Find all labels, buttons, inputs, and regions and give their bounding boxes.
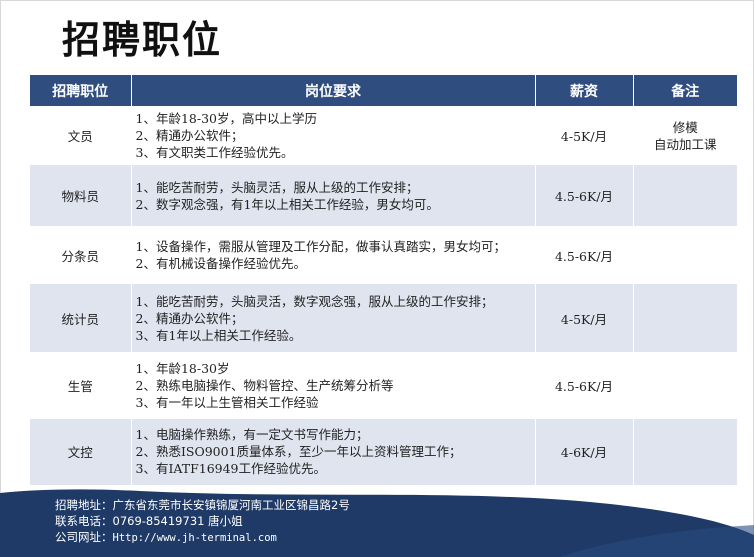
footer-address: 招聘地址：广东省东莞市长安镇锦厦河南工业区锦昌路2号 [55,498,350,512]
cell-requirements: 1、年龄18-30岁，高中以上学历 2、精通办公软件； 3、有文职类工作经验优先… [131,106,536,165]
requirement-line: 2、熟练电脑操作、物料管控、生产统筹分析等 [135,378,394,393]
cell-note [633,164,737,227]
requirement-line: 1、电脑操作熟练，有一定文书写作能力； [135,427,369,443]
requirement-line: 3、有1年以上相关工作经验。 [135,327,302,343]
requirement-line: 1、年龄18-30岁 [135,361,230,376]
cell-position: 文控 [30,418,132,485]
cell-salary: 4-5K/月 [535,283,634,353]
table-header-row: 招聘职位 岗位要求 薪资 备注 [30,75,737,107]
cell-position: 物料员 [30,164,132,227]
page-title: 招聘职位 [62,18,223,62]
table-row: 统计员 1、能吃苦耐劳，头脑灵活，数字观念强，服从上级的工作安排； 2、精通办公… [30,283,737,353]
header-salary: 薪资 [535,75,634,107]
footer-contact: 招聘地址：广东省东莞市长安镇锦厦河南工业区锦昌路2号 联系电话：0769-854… [55,497,350,546]
cell-requirements: 1、电脑操作熟练，有一定文书写作能力； 2、熟悉ISO9001质量体系，至少一年… [131,418,536,485]
cell-note [633,418,737,485]
footer-website-label: 公司网址： [55,530,113,544]
cell-requirements: 1、年龄18-30岁 2、熟练电脑操作、物料管控、生产统筹分析等 3、有一年以上… [131,352,536,419]
requirement-line: 1、能吃苦耐劳，头脑灵活，数字观念强，服从上级的工作安排； [135,293,494,309]
cell-requirements: 1、能吃苦耐劳，头脑灵活，服从上级的工作安排； 2、数字观念强，有1年以上相关工… [131,164,536,227]
cell-salary: 4.5-6K/月 [535,352,634,419]
cell-note: 修模 自动加工课 [633,106,737,165]
cell-position: 生管 [30,352,132,419]
cell-salary: 4.5-6K/月 [535,226,634,284]
cell-position: 文员 [30,106,132,165]
requirement-line: 3、有IATF16949工作经验优先。 [135,461,327,477]
cell-position: 统计员 [30,283,132,353]
requirement-line: 1、年龄18-30岁，高中以上学历 [135,111,318,126]
footer-phone: 联系电话：0769-85419731 唐小姐 [55,514,243,528]
cell-salary: 4.5-6K/月 [535,164,634,227]
requirement-line: 2、熟悉ISO9001质量体系，至少一年以上资料管理工作； [135,444,462,460]
cell-salary: 4-5K/月 [535,106,634,165]
cell-note [633,226,737,284]
cell-requirements: 1、设备操作，需服从管理及工作分配，做事认真踏实，男女均可； 2、有机械设备操作… [131,226,536,284]
cell-salary: 4-6K/月 [535,418,634,485]
jobs-table: 招聘职位 岗位要求 薪资 备注 文员 1、年龄18-30岁，高中以上学历 2、精… [30,75,737,485]
table-row: 分条员 1、设备操作，需服从管理及工作分配，做事认真踏实，男女均可； 2、有机械… [30,226,737,284]
cell-note [633,352,737,419]
requirement-line: 2、有机械设备操作经验优先。 [135,256,306,271]
requirement-line: 2、数字观念强，有1年以上相关工作经验，男女均可。 [135,196,439,212]
requirement-line: 3、有文职类工作经验优先。 [135,145,294,160]
note-line: 自动加工课 [653,136,717,152]
header-position: 招聘职位 [30,75,132,107]
note-line: 修模 [672,119,698,135]
table-row: 文员 1、年龄18-30岁，高中以上学历 2、精通办公软件； 3、有文职类工作经… [30,106,737,165]
cell-position: 分条员 [30,226,132,284]
cell-note [633,283,737,353]
requirement-line: 1、能吃苦耐劳，头脑灵活，服从上级的工作安排； [135,179,419,195]
requirement-line: 2、精通办公软件； [135,128,244,143]
header-requirements: 岗位要求 [131,75,536,107]
footer-banner: 招聘地址：广东省东莞市长安镇锦厦河南工业区锦昌路2号 联系电话：0769-854… [0,485,754,557]
cell-requirements: 1、能吃苦耐劳，头脑灵活，数字观念强，服从上级的工作安排； 2、精通办公软件； … [131,283,536,353]
header-note: 备注 [633,75,737,107]
requirement-line: 3、有一年以上生管相关工作经验 [135,395,319,410]
table-row: 生管 1、年龄18-30岁 2、熟练电脑操作、物料管控、生产统筹分析等 3、有一… [30,352,737,419]
table-row: 文控 1、电脑操作熟练，有一定文书写作能力； 2、熟悉ISO9001质量体系，至… [30,418,737,485]
requirement-line: 2、精通办公软件； [135,310,244,326]
requirement-line: 1、设备操作，需服从管理及工作分配，做事认真踏实，男女均可； [135,239,506,254]
footer-website-row: 公司网址：Http://www.jh-terminal.com [55,529,350,546]
footer-website-link[interactable]: Http://www.jh-terminal.com [113,532,277,544]
table-row: 物料员 1、能吃苦耐劳，头脑灵活，服从上级的工作安排； 2、数字观念强，有1年以… [30,164,737,227]
